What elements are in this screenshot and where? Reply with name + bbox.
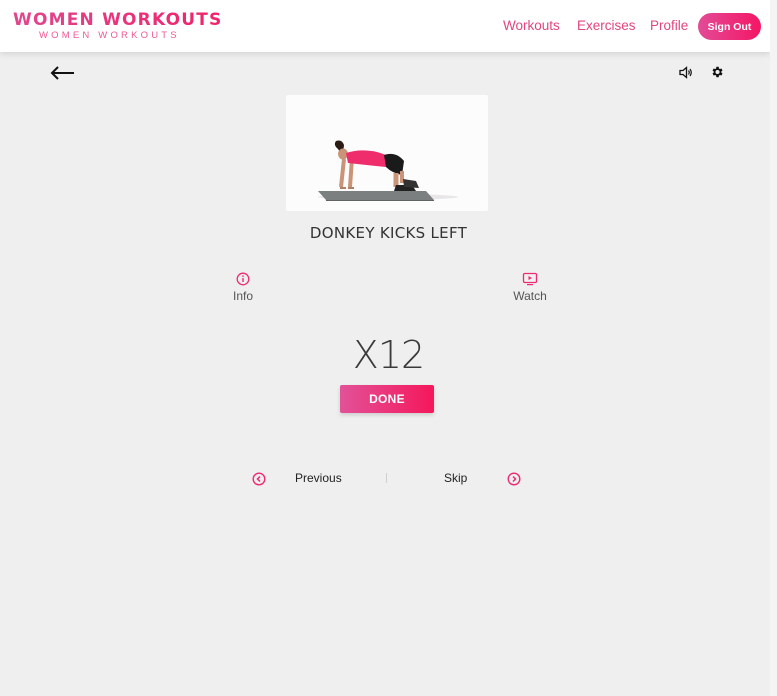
done-button[interactable]: DONE	[340, 385, 434, 413]
pager-divider	[386, 473, 387, 483]
sound-toggle-button[interactable]	[679, 66, 693, 79]
info-label: Info	[232, 289, 253, 303]
watch-button[interactable]: Watch	[500, 272, 560, 303]
video-icon	[522, 272, 538, 286]
nav-workouts-link[interactable]: Workouts	[503, 18, 560, 33]
watch-label: Watch	[513, 289, 547, 303]
next-icon[interactable]	[507, 472, 521, 486]
settings-button[interactable]	[710, 65, 724, 79]
volume-icon	[679, 66, 692, 79]
back-button[interactable]	[50, 63, 76, 83]
exercise-title: DONKEY KICKS LEFT	[309, 224, 468, 242]
reps-count: X12	[352, 333, 425, 377]
nav-exercises-link[interactable]: Exercises	[577, 18, 636, 33]
sign-out-button[interactable]: Sign Out	[698, 13, 761, 40]
brand-logo[interactable]: WOMEN WORKOUTS WOMEN WORKOUTS	[13, 10, 223, 42]
previous-button[interactable]: Previous	[295, 471, 342, 485]
arrow-left-icon	[50, 66, 74, 80]
exercise-illustration	[318, 140, 458, 201]
info-icon	[236, 272, 250, 286]
brand-subtitle: WOMEN WORKOUTS	[39, 30, 180, 41]
gear-icon	[712, 66, 723, 78]
skip-button[interactable]: Skip	[444, 471, 467, 485]
nav-profile-link[interactable]: Profile	[650, 18, 688, 33]
top-navbar: WOMEN WORKOUTS WOMEN WORKOUTS Workouts E…	[0, 0, 770, 52]
brand-title: WOMEN WORKOUTS	[13, 10, 223, 30]
info-button[interactable]: Info	[213, 272, 273, 303]
previous-icon[interactable]	[252, 472, 266, 486]
exercise-image	[286, 95, 488, 211]
